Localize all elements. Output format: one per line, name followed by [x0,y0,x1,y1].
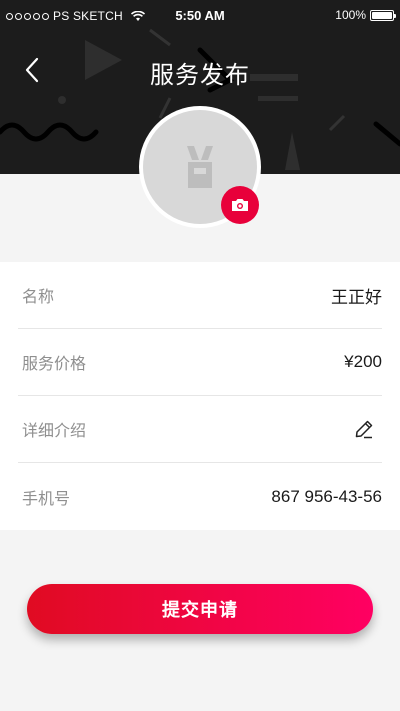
status-bar: PS SKETCH 5:50 AM 100% [0,0,400,32]
camera-upload-button[interactable] [221,186,259,224]
phone-value[interactable]: 867 956-43-56 [271,487,382,507]
battery-fill [372,11,392,19]
status-right: 100% [335,8,396,22]
form-row-name[interactable]: 名称 王正好 [18,262,382,329]
name-value[interactable]: 王正好 [331,283,382,308]
battery-icon [370,9,396,21]
edit-pencil-icon[interactable] [352,417,376,441]
form-row-phone[interactable]: 手机号 867 956-43-56 [18,463,382,530]
submit-button[interactable]: 提交申请 [27,584,373,634]
price-label: 服务价格 [22,354,87,373]
phone-label: 手机号 [22,488,71,508]
bunny-placeholder-icon [187,146,213,188]
camera-icon [232,199,248,211]
name-label: 名称 [22,287,55,306]
form-row-price[interactable]: 服务价格 ¥200 [18,329,382,396]
service-form: 名称 王正好 服务价格 ¥200 详细介绍 手机号 867 956-43-56 [0,262,400,530]
form-row-description[interactable]: 详细介绍 [18,396,382,463]
battery-percentage: 100% [335,8,366,22]
price-value[interactable]: ¥200 [344,352,382,372]
page-title: 服务发布 [150,61,250,89]
description-label: 详细介绍 [22,421,87,440]
